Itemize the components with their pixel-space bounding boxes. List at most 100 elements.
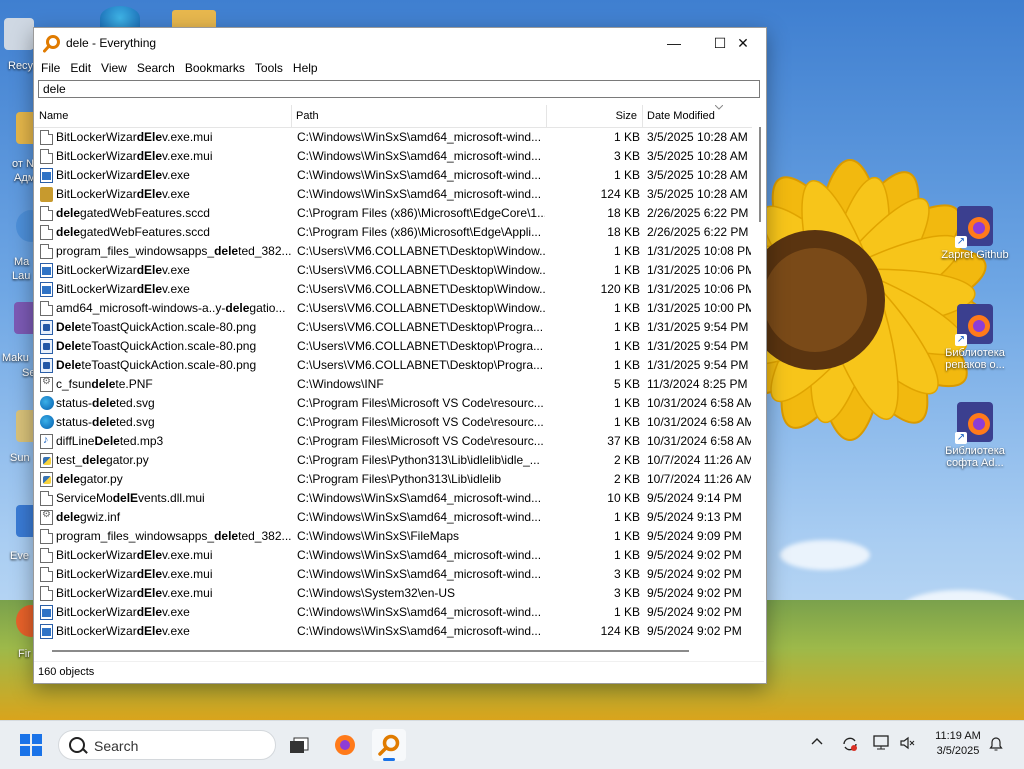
table-row[interactable]: DeleteToastQuickAction.scale-80.png C:\Us… xyxy=(34,318,752,337)
everything-app-icon xyxy=(43,35,60,53)
table-row[interactable]: c_fsundelete.PNF C:\Windows\INF 5 KB 11/3/2… xyxy=(34,375,752,394)
vertical-scroll-thumb[interactable] xyxy=(759,127,761,222)
firefox-shortcut-icon: ↗ xyxy=(955,402,993,444)
cell-name: BitLockerWizardElev.exe xyxy=(56,187,190,201)
column-date-modified[interactable]: Date Modified xyxy=(642,105,752,127)
start-button[interactable] xyxy=(20,734,42,756)
cell-name: BitLockerWizardElev.exe xyxy=(56,168,190,182)
horizontal-scrollbar[interactable] xyxy=(34,643,752,660)
cell-size: 1 KB xyxy=(613,130,640,144)
taskbar: Search 11:19 AM 3/5/2025 xyxy=(0,720,1024,769)
desktop-shortcut-repacks[interactable]: ↗ Библиотека репаков о... xyxy=(935,304,1015,371)
close-button[interactable]: ✕ xyxy=(720,28,766,58)
update-sync-icon[interactable] xyxy=(841,735,859,756)
table-row[interactable]: amd64_microsoft-windows-a..y-delegatio..… xyxy=(34,299,752,318)
cell-path: C:\Windows\WinSxS\FileMaps xyxy=(297,529,460,543)
cell-path: C:\Program Files\Python313\Lib\idlelib xyxy=(297,472,502,486)
file-doc-icon xyxy=(40,301,53,316)
table-row[interactable]: delegatedWebFeatures.sccd C:\Program File… xyxy=(34,223,752,242)
file-doc-icon xyxy=(40,529,53,544)
menu-view[interactable]: View xyxy=(96,61,132,75)
table-row[interactable]: delegwiz.inf C:\Windows\WinSxS\amd64_micr… xyxy=(34,508,752,527)
taskbar-firefox[interactable] xyxy=(328,729,362,761)
volume-muted-icon[interactable] xyxy=(899,735,915,754)
recycle-bin-icon[interactable] xyxy=(4,18,34,50)
table-row[interactable]: test_delegator.py C:\Program Files\Python… xyxy=(34,451,752,470)
column-size[interactable]: Size xyxy=(546,105,642,127)
table-row[interactable]: BitLockerWizardElev.exe.mui C:\Windows\Sy… xyxy=(34,584,752,603)
desktop-label: Fir xyxy=(18,648,31,660)
cell-size: 124 KB xyxy=(600,187,640,201)
cell-path: C:\Windows\WinSxS\amd64_microsoft-wind..… xyxy=(297,491,542,505)
cell-name: status-deleted.svg xyxy=(56,396,155,410)
table-row[interactable]: BitLockerWizardElev.exe.mui C:\Windows\Wi… xyxy=(34,128,752,147)
cell-size: 3 KB xyxy=(613,586,640,600)
cell-name: BitLockerWizardElev.exe xyxy=(56,605,190,619)
cell-name: BitLockerWizardElev.exe.mui xyxy=(56,567,213,581)
task-view-button[interactable] xyxy=(282,729,316,761)
menu-search[interactable]: Search xyxy=(132,61,180,75)
vertical-scrollbar[interactable] xyxy=(754,105,766,645)
horizontal-scroll-thumb[interactable] xyxy=(52,650,689,652)
search-input[interactable] xyxy=(38,80,760,98)
table-row[interactable]: delegator.py C:\Program Files\Python313\L… xyxy=(34,470,752,489)
network-icon[interactable] xyxy=(873,735,891,754)
table-row[interactable]: delegatedWebFeatures.sccd C:\Program File… xyxy=(34,204,752,223)
file-mp3-icon xyxy=(40,434,53,449)
desktop-shortcut-zapret[interactable]: ↗ Zapret Github xyxy=(935,206,1015,261)
table-row[interactable]: BitLockerWizardElev.exe C:\Users\VM6.COLL… xyxy=(34,261,752,280)
menu-bookmarks[interactable]: Bookmarks xyxy=(180,61,250,75)
table-row[interactable]: BitLockerWizardElev.exe C:\Windows\WinSxS… xyxy=(34,603,752,622)
cell-size: 18 KB xyxy=(607,206,640,220)
cell-date: 1/31/2025 9:54 PM xyxy=(647,358,749,372)
cell-size: 18 KB xyxy=(607,225,640,239)
table-row[interactable]: diffLineDeleted.mp3 C:\Program Files\Micr… xyxy=(34,432,752,451)
table-row[interactable]: status-deleted.svg C:\Program Files\Micro… xyxy=(34,413,752,432)
menu-edit[interactable]: Edit xyxy=(65,61,96,75)
cell-name: delegatedWebFeatures.sccd xyxy=(56,225,210,239)
table-row[interactable]: DeleteToastQuickAction.scale-80.png C:\Us… xyxy=(34,337,752,356)
cell-date: 9/5/2024 9:02 PM xyxy=(647,548,742,562)
table-row[interactable]: DeleteToastQuickAction.scale-80.png C:\Us… xyxy=(34,356,752,375)
cell-name: BitLockerWizardElev.exe.mui xyxy=(56,130,213,144)
cell-size: 1 KB xyxy=(613,320,640,334)
cell-path: C:\Program Files\Microsoft VS Code\resou… xyxy=(297,434,544,448)
folder-icon[interactable] xyxy=(172,10,216,28)
cell-size: 120 KB xyxy=(600,282,640,296)
table-row[interactable]: BitLockerWizardElev.exe C:\Windows\WinSxS… xyxy=(34,185,752,204)
column-path[interactable]: Path xyxy=(291,105,544,127)
cell-name: test_delegator.py xyxy=(56,453,149,467)
cell-size: 1 KB xyxy=(613,605,640,619)
desktop-shortcut-software[interactable]: ↗ Библиотека софта Ad... xyxy=(935,402,1015,469)
column-name[interactable]: Name xyxy=(34,105,290,127)
notification-bell-icon[interactable] xyxy=(989,735,1003,754)
title-bar[interactable]: dele - Everything — ☐ ✕ xyxy=(34,28,766,58)
file-inf-icon xyxy=(40,509,53,525)
cell-path: C:\Windows\WinSxS\amd64_microsoft-wind..… xyxy=(297,548,542,562)
taskbar-search-box[interactable]: Search xyxy=(58,730,276,760)
table-row[interactable]: BitLockerWizardElev.exe.mui C:\Windows\Wi… xyxy=(34,546,752,565)
cell-size: 1 KB xyxy=(613,529,640,543)
table-row[interactable]: BitLockerWizardElev.exe C:\Windows\WinSxS… xyxy=(34,622,752,641)
object-count: 160 objects xyxy=(38,666,95,678)
table-row[interactable]: BitLockerWizardElev.exe C:\Windows\WinSxS… xyxy=(34,166,752,185)
table-row[interactable]: BitLockerWizardElev.exe.mui C:\Windows\Wi… xyxy=(34,147,752,166)
table-row[interactable]: program_files_windowsapps_deleted_382...… xyxy=(34,242,752,261)
table-row[interactable]: BitLockerWizardElev.exe C:\Users\VM6.COLL… xyxy=(34,280,752,299)
cell-size: 1 KB xyxy=(613,168,640,182)
menu-file[interactable]: File xyxy=(36,61,65,75)
table-row[interactable]: ServiceModelEvents.dll.mui C:\Windows\Win… xyxy=(34,489,752,508)
desktop-icon-label: Zapret Github xyxy=(941,249,1009,261)
results-list[interactable]: BitLockerWizardElev.exe.mui C:\Windows\Wi… xyxy=(34,128,752,642)
table-row[interactable]: status-deleted.svg C:\Program Files\Micro… xyxy=(34,394,752,413)
taskbar-everything[interactable] xyxy=(372,729,406,761)
system-clock[interactable]: 11:19 AM 3/5/2025 xyxy=(925,729,991,759)
chevron-up-icon[interactable] xyxy=(811,735,823,751)
cell-path: C:\Windows\WinSxS\amd64_microsoft-wind..… xyxy=(297,149,542,163)
cell-size: 3 KB xyxy=(613,567,640,581)
table-row[interactable]: program_files_windowsapps_deleted_382...… xyxy=(34,527,752,546)
menu-tools[interactable]: Tools xyxy=(250,61,288,75)
menu-help[interactable]: Help xyxy=(288,61,323,75)
minimize-button[interactable]: — xyxy=(651,28,697,58)
table-row[interactable]: BitLockerWizardElev.exe.mui C:\Windows\Wi… xyxy=(34,565,752,584)
